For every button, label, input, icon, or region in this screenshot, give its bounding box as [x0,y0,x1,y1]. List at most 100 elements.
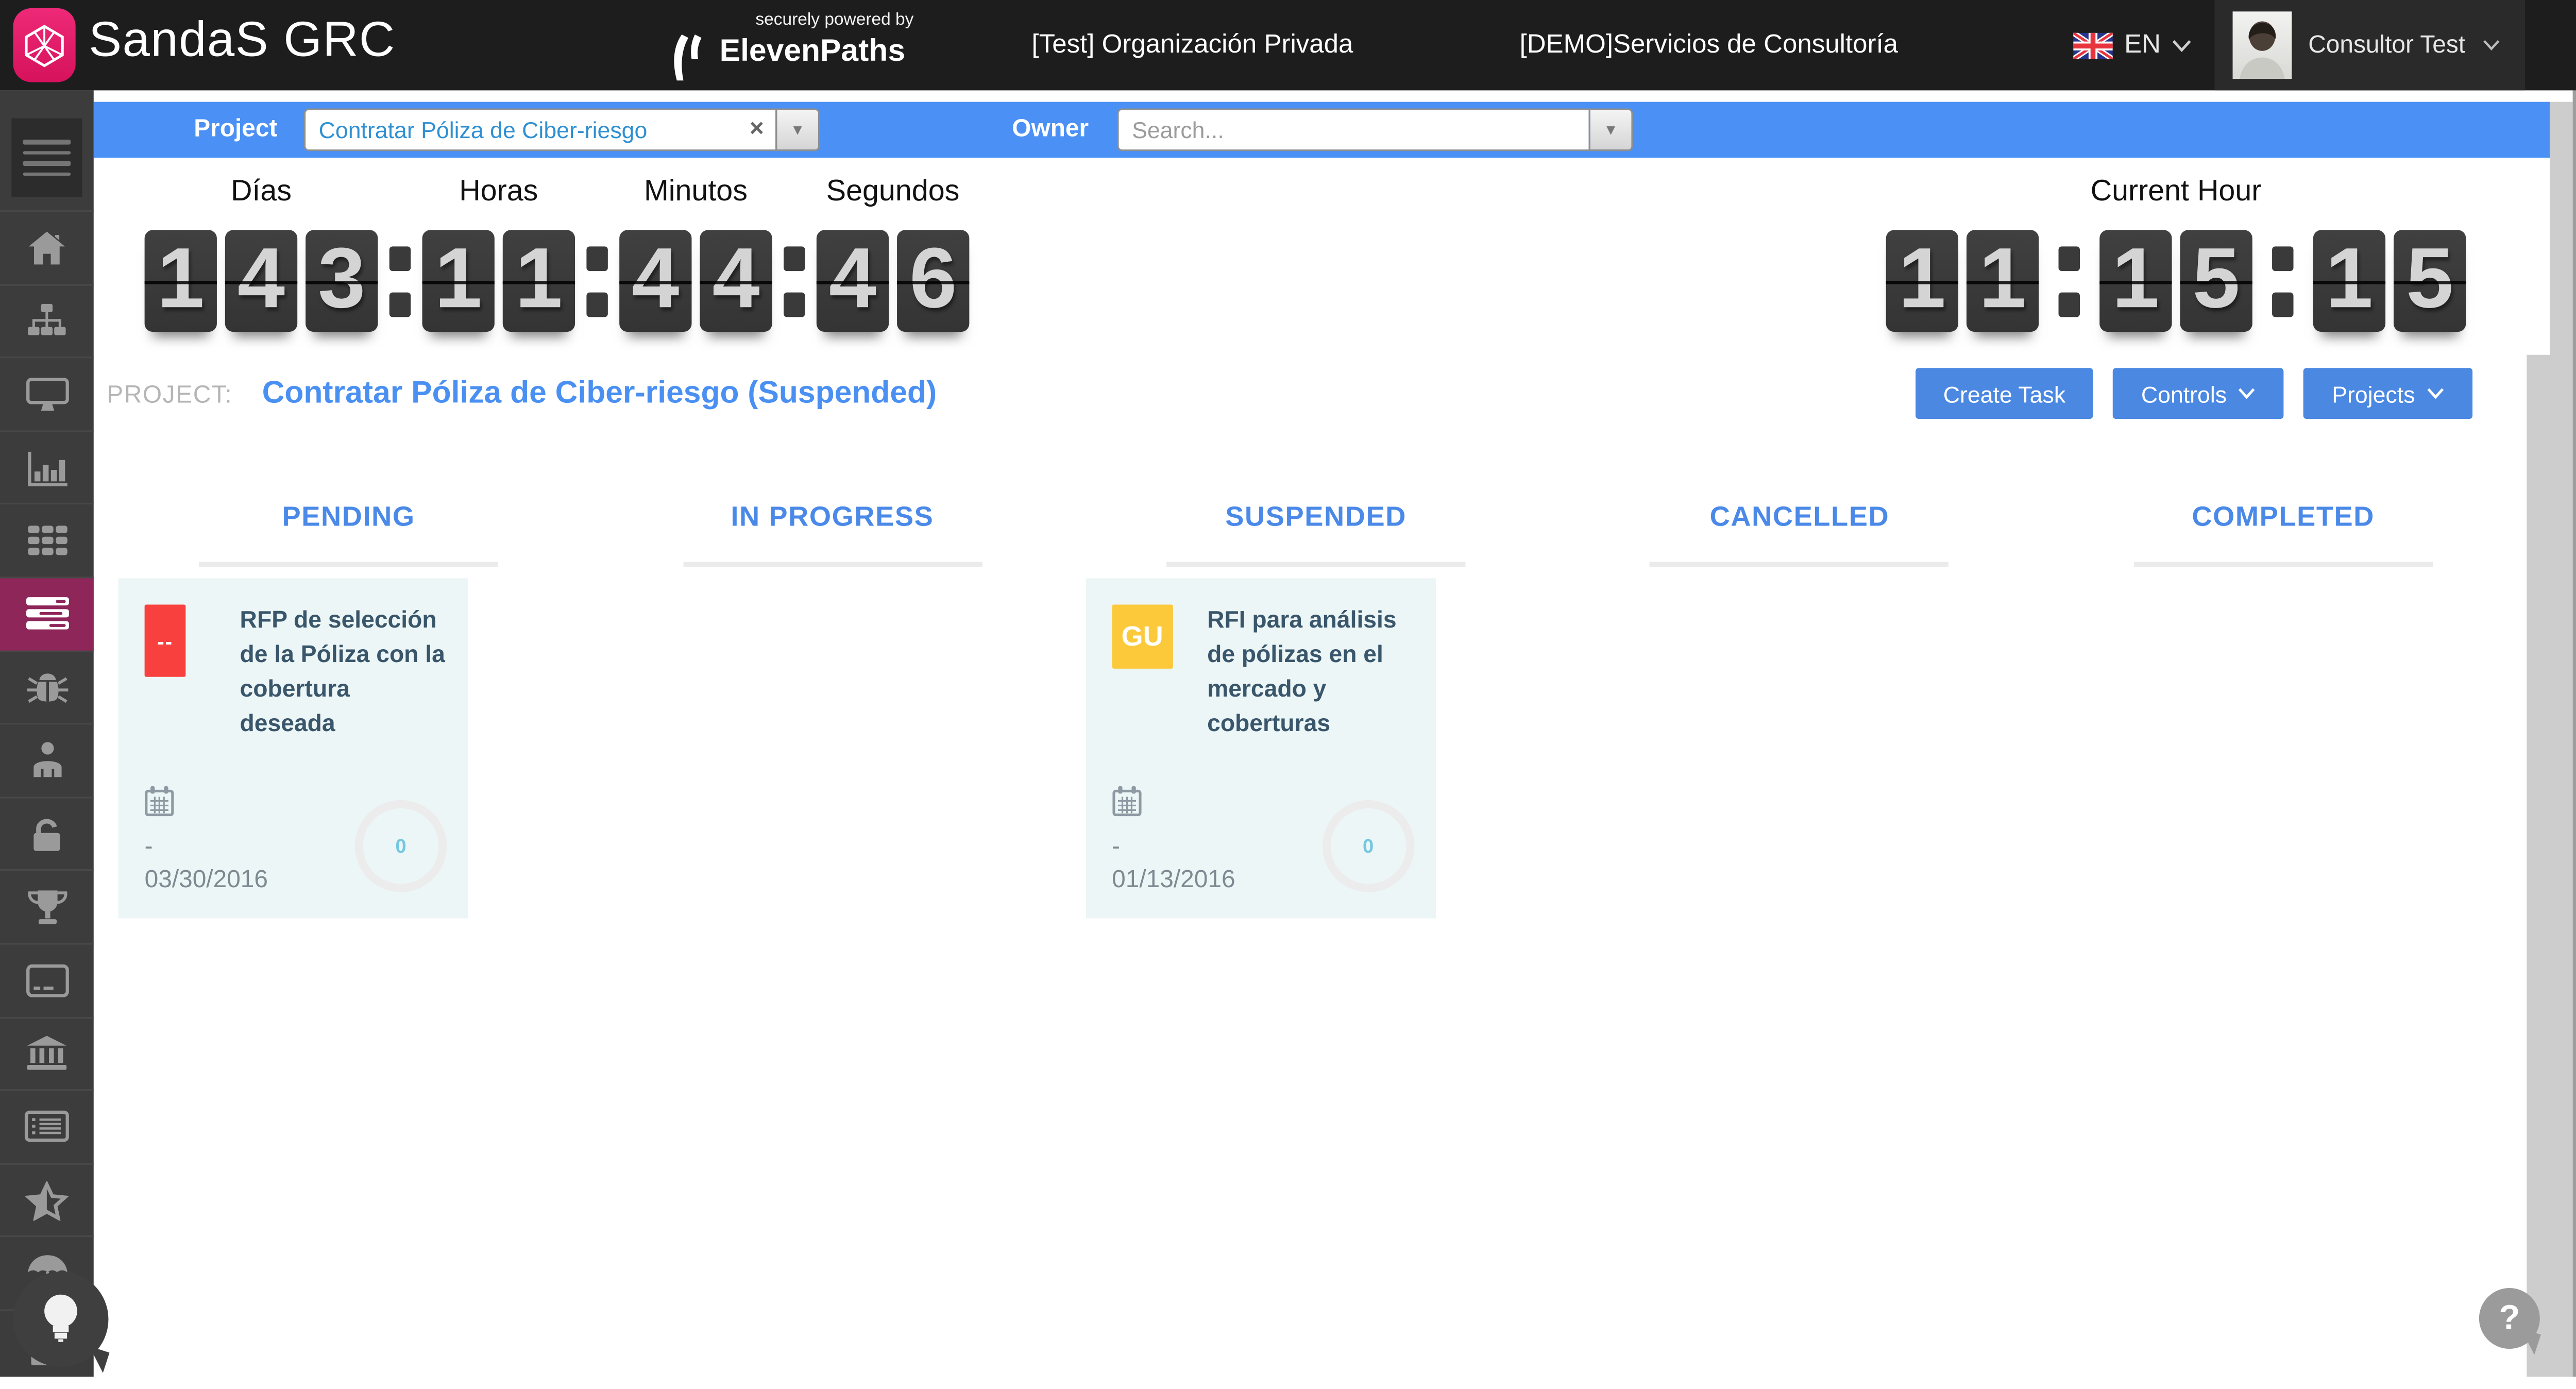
sidebar-item-payments[interactable] [0,943,94,1016]
elevenpaths-brand: ElevenPaths [720,35,950,71]
flip-colon [2272,230,2293,332]
project-title-link[interactable]: Contratar Póliza de Ciber-riesgo (Suspen… [262,376,937,411]
task-title: RFP de selección de la Póliza con la cob… [240,604,450,742]
current-hour-label: Current Hour [2091,174,2262,209]
column-divider [199,562,498,567]
projects-dropdown-button[interactable]: Projects [2304,368,2472,419]
flip-digit: 1 [2313,230,2385,332]
minutes-digits: 44 [619,230,772,332]
column-divider [1650,562,1949,567]
sidebar-item-achievements[interactable] [0,870,94,943]
help-bubble-button[interactable]: ? [2479,1288,2540,1349]
home-icon [26,230,67,266]
sandas-logo-icon[interactable] [13,8,76,82]
sidebar-item-home[interactable] [0,210,94,283]
owner-filter-input[interactable] [1117,108,1588,151]
dropdown-arrow-icon: ▼ [790,122,805,138]
countdown-days-group: Días 143 [145,174,378,332]
powered-by-text: securely powered by [720,10,950,29]
kanban-column-cancelled: CANCELLED [1558,498,2042,1155]
sidebar-item-favorites[interactable] [0,1163,94,1236]
hamburger-menu-button[interactable] [11,118,82,197]
flip-colon [784,230,805,332]
tips-bubble-button[interactable] [13,1272,109,1367]
kanban-column-suspended: SUSPENDED GU RFI para análisis de póliza… [1074,498,1558,1155]
progress-ring: 0 [1322,800,1414,892]
calendar-icon [145,785,174,817]
flip-colon [2059,230,2080,332]
controls-dropdown-button[interactable]: Controls [2113,368,2284,419]
flip-digit: 1 [422,230,495,332]
column-header: CANCELLED [1558,498,2042,537]
sidebar-item-organization[interactable] [0,283,94,357]
flip-digit: 4 [619,230,691,332]
bar-chart-icon [25,449,68,485]
star-icon [25,1180,69,1220]
create-task-button[interactable]: Create Task [1916,368,2094,419]
clear-icon[interactable]: × [750,115,764,144]
current-hour-clock: Current Hour 111515 [1886,174,2466,332]
header-buttons: Create Task Controls Projects [1916,368,2473,419]
flip-digit: 6 [897,230,969,332]
flip-digit: 4 [817,230,889,332]
credit-card-icon [25,964,68,997]
organization-name: [Test] Organización Privada [1032,0,1353,90]
flip-digit: 4 [700,230,772,332]
sidebar-item-risks[interactable] [0,650,94,723]
task-badge: -- [145,604,186,676]
page-scrollbar[interactable] [2550,102,2573,1377]
column-header: IN PROGRESS [590,498,1074,537]
task-title: RFI para análisis de pólizas en el merca… [1207,604,1417,742]
flip-digit: 1 [145,230,217,332]
days-label: Días [231,174,292,209]
sidebar-item-tasks[interactable] [0,577,94,650]
project-filter-label: Project [194,115,277,143]
sidebar-item-records[interactable] [0,1090,94,1163]
avatar [2233,11,2292,79]
sidebar-item-modules[interactable] [0,503,94,577]
hamburger-icon [23,140,71,144]
content-scrollbar[interactable] [2525,355,2551,1377]
countdown-seconds-group: Segundos 46 [817,174,970,332]
user-menu[interactable]: Consultor Test [2214,0,2525,90]
sidebar-item-monitor[interactable] [0,357,94,430]
task-badge: GU [1112,604,1173,668]
project-header: PROJECT:Contratar Póliza de Ciber-riesgo… [107,365,2525,424]
trophy-icon [25,888,68,926]
bank-icon [25,1036,69,1072]
task-card[interactable]: -- RFP de selección de la Póliza con la … [118,578,468,918]
bug-icon [25,668,68,706]
elevenpaths-logo-icon [670,33,713,82]
business-unit-name: [DEMO]Servicios de Consultoría [1520,0,1898,90]
unlock-icon [26,816,67,852]
days-digits: 143 [145,230,378,332]
column-divider [1166,562,1465,567]
language-code: EN [2124,30,2161,60]
user-photo-icon [2233,15,2292,79]
kanban-board: PENDING -- RFP de selección de la Póliza… [107,498,2525,1155]
flip-digit: 3 [306,230,378,332]
calendar-icon [1112,785,1141,817]
chevron-down-icon [2427,388,2445,399]
kanban-column-completed: COMPLETED [2041,498,2525,1155]
hours-digits: 11 [422,230,575,332]
sidebar-item-security[interactable] [0,797,94,870]
monitor-icon [25,376,68,412]
column-divider [2134,562,2433,567]
owner-dropdown-button[interactable]: ▼ [1589,108,1633,151]
project-dropdown-button[interactable]: ▼ [775,108,820,151]
language-selector[interactable]: EN [2073,0,2192,90]
sidebar-item-people[interactable] [0,723,94,797]
hexagon-icon [23,22,66,68]
sidebar-item-charts[interactable] [0,430,94,503]
sidebar-item-institution[interactable] [0,1016,94,1089]
top-bar: SandaS GRC securely powered by ElevenPat… [0,0,2576,90]
sidebar [0,90,94,1377]
flip-digit: 4 [225,230,297,332]
project-combo: × ▼ [304,108,820,151]
filter-bar: Project × ▼ Owner ▼ [94,102,2550,158]
column-divider [683,562,981,567]
task-card[interactable]: GU RFI para análisis de pólizas en el me… [1086,578,1435,918]
project-filter-input[interactable] [304,108,775,151]
seconds-label: Segundos [826,174,960,209]
